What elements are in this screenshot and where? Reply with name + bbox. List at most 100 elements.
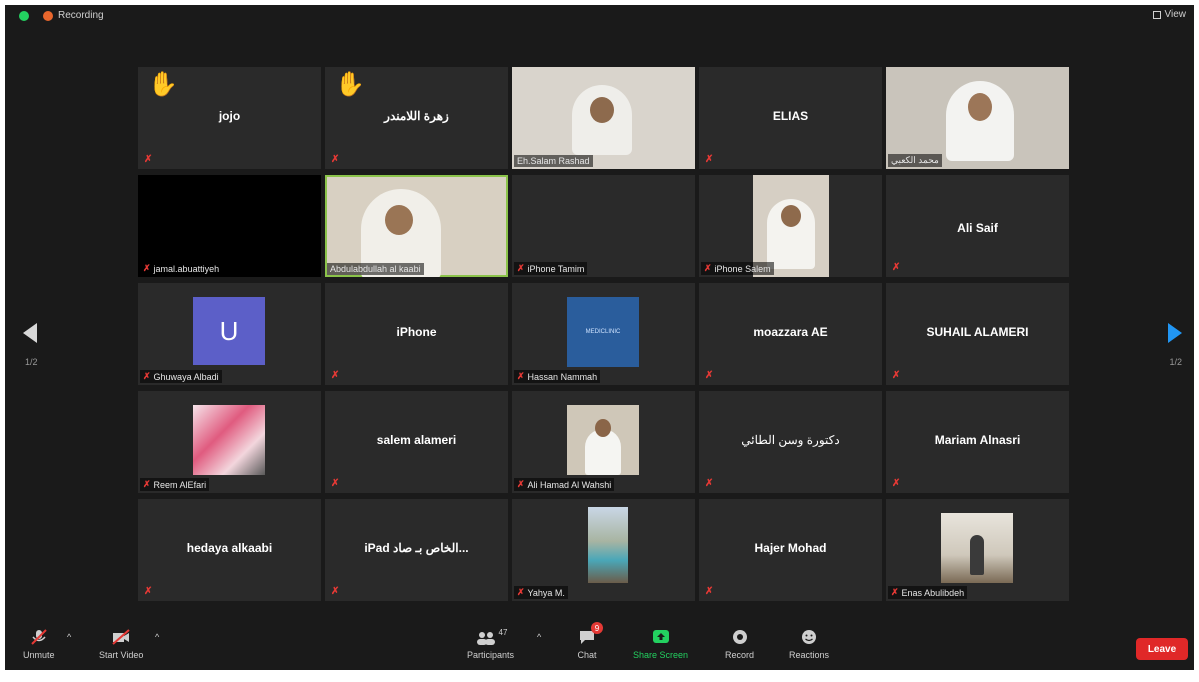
page-indicator-left: 1/2 [25,357,38,367]
page-indicator-right: 1/2 [1169,357,1182,367]
muted-mic-icon: ✗ [517,479,525,489]
participant-tile[interactable]: moazzara AE ✗ [699,283,882,385]
participant-name: salem alameri [376,433,457,447]
participant-tile[interactable]: ELIAS ✗ [699,67,882,169]
muted-microphone-icon [29,628,49,646]
muted-mic-icon: ✗ [517,263,525,273]
muted-mic-icon: ✗ [143,371,151,381]
muted-mic-icon: ✗ [705,478,714,489]
muted-mic-icon: ✗ [143,479,151,489]
grid-view-icon [1152,10,1161,19]
muted-mic-icon: ✗ [144,586,153,597]
muted-mic-icon: ✗ [892,370,901,381]
view-button[interactable]: View [1152,9,1186,20]
participant-name: moazzara AE [753,325,828,339]
participant-tile[interactable]: SUHAIL ALAMERI ✗ [886,283,1069,385]
participant-label: Abdulabdullah al kaabi [327,263,424,275]
chat-button[interactable]: 9 Chat [577,622,603,660]
muted-mic-icon: ✗ [517,587,525,597]
muted-mic-icon: ✗ [704,263,712,273]
muted-mic-icon: ✗ [892,478,901,489]
participant-tile[interactable]: ✗ Ali Hamad Al Wahshi [512,391,695,493]
reactions-smiley-icon [799,628,819,646]
participant-label: محمد الكعبي [888,154,942,167]
participant-label: ✗ Enas Abulibdeh [888,586,968,599]
participant-label: ✗ iPhone Tamim [514,262,588,275]
participant-tile[interactable]: U ✗ Ghuwaya Albadi [138,283,321,385]
participant-tile-video[interactable]: محمد الكعبي [886,67,1069,169]
raised-hand-icon: ✋ [148,71,178,98]
unmute-label: Unmute [23,650,55,660]
participant-face [385,205,413,235]
participant-label: ✗ Reem AlEfari [140,478,210,491]
participant-tile[interactable]: ✋ زهرة اللامندر ✗ [325,67,508,169]
previous-page-arrow-icon[interactable] [23,323,37,343]
chat-unread-badge: 9 [591,622,603,634]
participant-tile[interactable]: Ali Saif ✗ [886,175,1069,277]
participant-label: ✗ Hassan Nammah [514,370,601,383]
participant-tile-video[interactable]: ✗ iPhone Salem [699,175,882,277]
participant-tile[interactable]: salem alameri ✗ [325,391,508,493]
participant-tile[interactable]: ✗ Yahya M. [512,499,695,601]
muted-mic-icon: ✗ [705,154,714,165]
share-screen-label: Share Screen [633,650,689,660]
profile-picture [588,507,628,583]
muted-mic-icon: ✗ [331,370,340,381]
participant-tile-active-speaker[interactable]: Abdulabdullah al kaabi [325,175,508,277]
next-page-arrow-icon[interactable] [1168,323,1182,343]
participant-tile[interactable]: iPad الخاص بـ صاد... ✗ [325,499,508,601]
participant-tile[interactable]: ✋ jojo ✗ [138,67,321,169]
leave-button[interactable]: Leave [1136,638,1188,660]
participant-figure [970,535,984,575]
video-options-chevron-icon[interactable]: ^ [155,632,159,642]
participant-label: ✗ Yahya M. [514,586,568,599]
participant-tile[interactable]: دكتورة وسن الطائي ✗ [699,391,882,493]
participant-tile-video[interactable]: Eh.Salam Rashad [512,67,695,169]
participant-face [590,97,614,123]
participant-tile[interactable]: Mariam Alnasri ✗ [886,391,1069,493]
participant-label: ✗ Ghuwaya Albadi [140,370,222,383]
participant-name: jojo [218,109,241,123]
participant-face [595,419,611,437]
participant-tile[interactable]: ✗ Reem AlEfari [138,391,321,493]
record-icon [730,628,750,646]
participant-tile[interactable]: ✗ jamal.abuattiyeh [138,175,321,277]
participant-tile[interactable]: MEDICLINIC ✗ Hassan Nammah [512,283,695,385]
muted-mic-icon: ✗ [331,478,340,489]
participants-count: 47 [498,628,508,637]
participants-chevron-icon[interactable]: ^ [537,632,541,642]
participant-label: ✗ jamal.abuattiyeh [140,262,223,275]
participant-tile[interactable]: iPhone ✗ [325,283,508,385]
muted-mic-icon: ✗ [144,154,153,165]
participant-label: ✗ iPhone Salem [701,262,774,275]
unmute-button[interactable]: Unmute [23,628,55,660]
participant-name: Mariam Alnasri [934,433,1021,447]
muted-mic-icon: ✗ [331,586,340,597]
audio-options-chevron-icon[interactable]: ^ [67,632,71,642]
participant-tile[interactable]: hedaya alkaabi ✗ [138,499,321,601]
participant-name: ELIAS [772,109,809,123]
participants-icon: 47 [471,628,511,646]
participant-name: iPhone [396,325,437,339]
participant-name: دكتورة وسن الطائي [741,433,840,447]
start-video-button[interactable]: Start Video [99,628,143,660]
reactions-button[interactable]: Reactions [789,628,829,660]
record-button[interactable]: Record [725,628,754,660]
raised-hand-icon: ✋ [335,71,365,98]
participants-label: Participants [467,650,515,660]
participant-tile[interactable]: Hajer Mohad ✗ [699,499,882,601]
participants-button[interactable]: 47 Participants [467,628,514,660]
muted-mic-icon: ✗ [892,262,901,273]
chat-icon: 9 [577,622,603,646]
participant-tile[interactable]: ✗ iPhone Tamim [512,175,695,277]
muted-mic-icon: ✗ [705,370,714,381]
recording-icon[interactable] [43,11,53,21]
share-screen-button[interactable]: Share Screen [633,628,688,660]
encryption-shield-icon[interactable] [19,11,29,21]
reactions-label: Reactions [789,650,830,660]
recording-label: Recording [58,10,104,21]
muted-mic-icon: ✗ [331,154,340,165]
participant-face [781,205,801,227]
participant-name: Hajer Mohad [754,541,827,555]
participant-tile[interactable]: ✗ Enas Abulibdeh [886,499,1069,601]
